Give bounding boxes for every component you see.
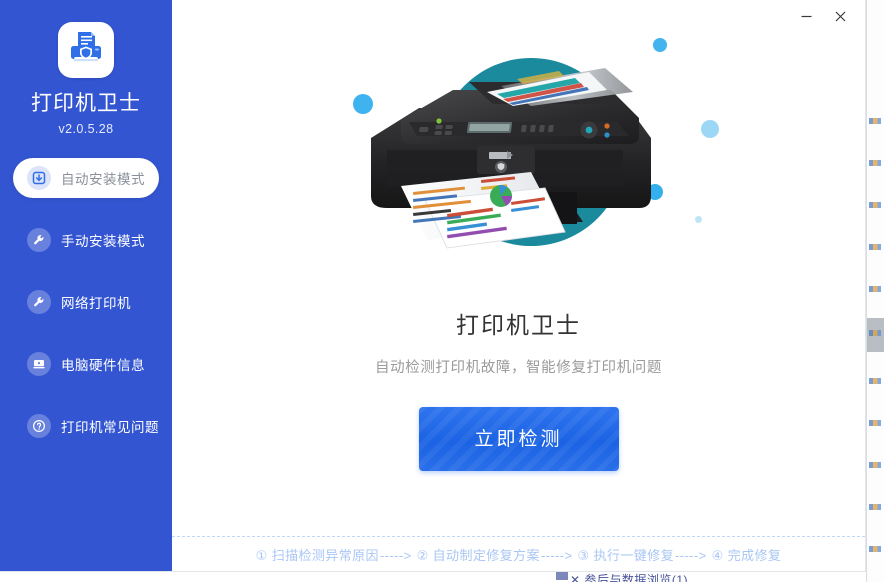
sidebar-item-faq[interactable]: 打印机常见问题 (13, 406, 159, 446)
sidebar-item-auto-install[interactable]: 自动安装模式 (13, 158, 159, 198)
steps-bar: ① 扫描检测异常原因-----> ② 自动制定修复方案-----> ③ 执行一键… (172, 536, 865, 571)
background-row (869, 504, 881, 510)
sidebar-nav: 自动安装模式 手动安装模式 网络打印机 电脑硬件信息 打印机常见问题 (0, 158, 172, 446)
detect-now-button[interactable]: 立即检测 (419, 407, 619, 471)
background-row (869, 420, 881, 426)
step-number: ③ (577, 547, 590, 563)
background-row (869, 118, 881, 124)
question-mark-icon (27, 414, 51, 438)
hero-stage (309, 16, 729, 292)
background-row (869, 378, 881, 384)
sidebar-item-hardware-info[interactable]: 电脑硬件信息 (13, 344, 159, 384)
background-window-right-edge (866, 0, 884, 582)
printer-illustration (370, 68, 651, 249)
brand-version: v2.0.5.28 (58, 122, 114, 136)
step-separator: -----> (540, 547, 573, 563)
page-title: 打印机卫士 (456, 312, 581, 338)
title-bar (172, 0, 865, 32)
brand-block: 打印机卫士 v2.0.5.28 (0, 0, 172, 136)
decorative-dot (700, 120, 719, 138)
sidebar-item-network-printer[interactable]: 网络打印机 (13, 282, 159, 322)
page-subtitle: 自动检测打印机故障，智能修复打印机问题 (375, 360, 662, 376)
sidebar-item-label: 自动安装模式 (61, 172, 145, 187)
wrench-icon (27, 228, 51, 252)
step-number: ④ (711, 547, 724, 563)
sidebar-item-manual-install[interactable]: 手动安装模式 (13, 220, 159, 260)
sidebar-item-label: 电脑硬件信息 (61, 358, 145, 373)
step-number: ① (255, 547, 268, 563)
minimize-icon (801, 15, 811, 17)
sidebar-item-label: 打印机常见问题 (61, 420, 159, 435)
step-number: ② (416, 547, 429, 563)
background-row (869, 202, 881, 208)
close-button[interactable] (823, 2, 857, 30)
sidebar-item-label: 网络打印机 (61, 296, 131, 311)
printer-shield-logo-icon (58, 22, 114, 78)
background-sliver-text: ✕ 参后与数据浏览(1) (570, 573, 689, 582)
close-icon (835, 11, 845, 21)
headline-block: 打印机卫士 自动检测打印机故障，智能修复打印机问题 (172, 306, 865, 377)
steps-text: ① 扫描检测异常原因-----> ② 自动制定修复方案-----> ③ 执行一键… (256, 545, 782, 564)
sidebar: 打印机卫士 v2.0.5.28 自动安装模式 手动安装模式 网络打印机 电脑硬件… (0, 0, 172, 571)
background-row (869, 546, 881, 552)
background-row (869, 330, 881, 336)
main-content: 打印机卫士 自动检测打印机故障，智能修复打印机问题 立即检测 ① 扫描检测异常原… (172, 0, 865, 571)
background-tick (556, 572, 568, 580)
minimize-button[interactable] (789, 2, 823, 30)
background-row (869, 462, 881, 468)
download-box-icon (27, 166, 51, 190)
step-label: 扫描检测异常原因 (271, 547, 379, 563)
hero-section (172, 0, 865, 292)
decorative-dot (694, 216, 702, 223)
brand-name: 打印机卫士 (31, 92, 141, 115)
step-label: 执行一键修复 (593, 547, 674, 563)
background-row (869, 160, 881, 166)
sidebar-item-label: 手动安装模式 (61, 234, 145, 249)
wrench-icon (27, 290, 51, 314)
background-row (869, 286, 881, 292)
step-separator: -----> (379, 547, 412, 563)
app-window: 打印机卫士 v2.0.5.28 自动安装模式 手动安装模式 网络打印机 电脑硬件… (0, 0, 866, 572)
cta-wrapper: 立即检测 (172, 407, 865, 471)
monitor-icon (27, 352, 51, 376)
step-label: 完成修复 (727, 547, 782, 563)
step-separator: -----> (675, 547, 707, 563)
background-row (869, 244, 881, 250)
step-label: 自动制定修复方案 (432, 547, 540, 563)
